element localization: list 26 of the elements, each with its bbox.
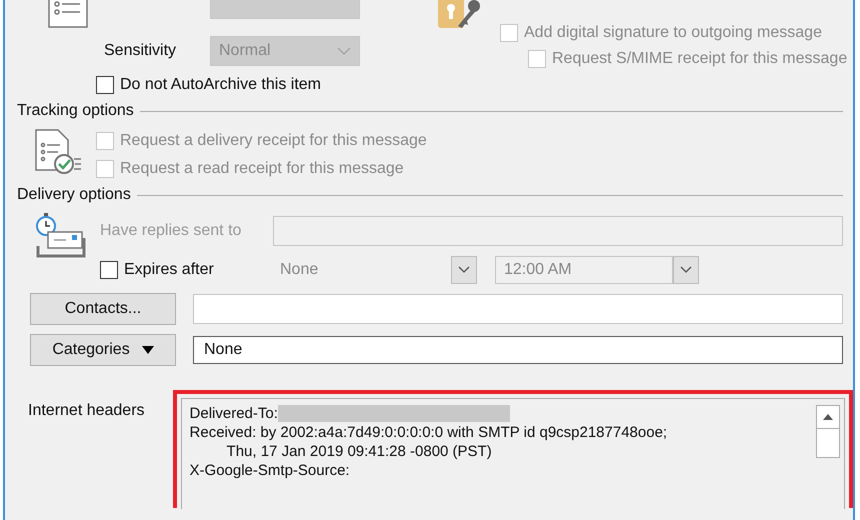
categories-field[interactable]: None: [193, 336, 843, 364]
header-line: X-Google-Smtp-Source:: [190, 462, 351, 479]
caret-icon: [142, 346, 154, 354]
timer-tray-icon: [34, 212, 86, 258]
chevron-icon: [337, 46, 351, 54]
checkbox[interactable]: Expires after: [100, 261, 280, 279]
field-label: Internet headers: [28, 402, 145, 421]
field-label: Sensitivity: [104, 42, 178, 60]
up-arrow-icon: [823, 414, 833, 420]
date-value: None: [280, 261, 320, 279]
dropdown-button[interactable]: [451, 256, 477, 284]
chevron-icon: [680, 266, 692, 274]
headers-text-area[interactable]: Delivered-To: Received: by 2002:a4a:7d49:0:0:0:0:0 with SMTP id q9csp2187748ooe; Thu, 17 Jan 2019 09:41:28 -0800 (PST) X-Google-Smtp-Source:: [180, 398, 845, 509]
header-line: Received: by 2002:a4a:7d49:0:0:0:0:0 with SMTP id q9csp2187748ooe;: [190, 424, 668, 441]
header-line: Delivered-To:: [190, 405, 278, 422]
chevron-icon: [458, 266, 470, 274]
field-label: Have replies sent to: [100, 222, 242, 240]
checkbox[interactable]: Do not AutoArchive this item: [96, 76, 853, 94]
header-line: Thu, 17 Jan 2019 09:41:28 -0800 (PST): [226, 443, 493, 460]
receipt-check-icon: [34, 128, 82, 176]
section-title: Tracking options: [17, 102, 134, 120]
contacts-field[interactable]: [193, 294, 843, 324]
contacts-button[interactable]: Contacts...: [30, 293, 176, 325]
dropdown-button[interactable]: [673, 256, 699, 284]
categories-button[interactable]: Categories: [30, 334, 176, 366]
section-title: Delivery options: [17, 186, 131, 204]
